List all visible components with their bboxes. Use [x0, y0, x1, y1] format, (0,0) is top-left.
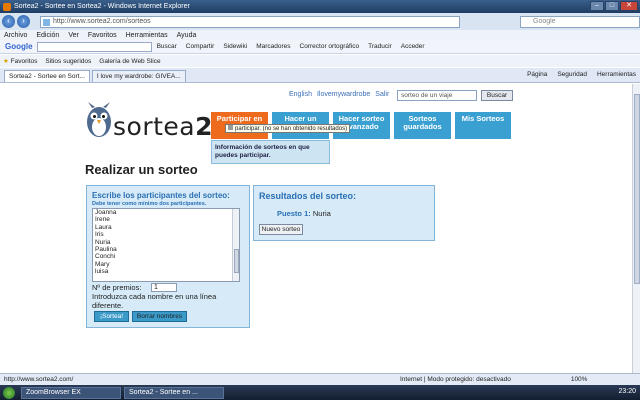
- info-box: Información de sorteos en que puedes par…: [211, 140, 330, 164]
- participant-line: Iris: [95, 231, 104, 239]
- window-title: Sortea2 - Sortee en Sortea2 - Windows In…: [14, 3, 190, 10]
- taskbar: ZoomBrowser EX Sortea2 - Sortee en ... 2…: [0, 385, 640, 400]
- participants-title: Escribe los participantes del sorteo:: [92, 191, 230, 200]
- star-icon: ★: [3, 58, 9, 65]
- start-button[interactable]: [3, 386, 15, 399]
- seguridad-menu[interactable]: Seguridad: [557, 71, 587, 78]
- forward-button[interactable]: ›: [17, 15, 30, 28]
- command-bar: Página Seguridad Herramientas: [527, 71, 636, 78]
- participant-line: Paulina: [95, 246, 117, 254]
- logo-text: sortea2: [113, 112, 214, 141]
- status-bar: http://www.sortea2.com/ Internet | Modo …: [0, 373, 640, 385]
- fav-galeria-web-slice[interactable]: Galería de Web Slice: [99, 58, 160, 65]
- result-row: Puesto 1: Nuria: [277, 209, 331, 218]
- nav-mis-sorteos[interactable]: Mis Sorteos: [455, 112, 511, 139]
- page-scrollbar-thumb[interactable]: [634, 94, 640, 284]
- menu-herramientas[interactable]: Herramientas: [126, 32, 168, 39]
- url-input[interactable]: http://www.sortea2.com/sorteos: [40, 15, 460, 28]
- results-title: Resultados del sorteo:: [259, 191, 357, 201]
- bird-mascot-icon: [87, 102, 111, 137]
- google-sidewiki-button[interactable]: Sidewiki: [223, 43, 247, 50]
- participant-line: Irene: [95, 216, 110, 224]
- favorites-bar: ★ Favoritos Sitios sugeridos Galería de …: [0, 55, 640, 67]
- site-search-button[interactable]: Buscar: [481, 90, 513, 101]
- zoom-level[interactable]: 100%: [571, 376, 588, 383]
- results-panel: Resultados del sorteo: Puesto 1: Nuria N…: [253, 185, 435, 241]
- menu-archivo[interactable]: Archivo: [4, 32, 27, 39]
- participants-panel: Escribe los participantes del sorteo: De…: [86, 185, 250, 328]
- scrollbar-thumb[interactable]: [234, 249, 239, 273]
- google-acceder-button[interactable]: Acceder: [401, 43, 425, 50]
- tab-sortea2[interactable]: Sortea2 - Sortee en Sort...: [4, 70, 90, 82]
- nuevo-sorteo-button[interactable]: Nuevo sorteo: [259, 224, 303, 235]
- search-input[interactable]: Google: [520, 15, 640, 28]
- tooltip-text: participar. (no se han obtenido resultad…: [235, 126, 348, 132]
- clock: 23:20: [618, 388, 636, 395]
- textarea-scrollbar[interactable]: [232, 209, 239, 281]
- participant-line: Mary: [95, 260, 110, 268]
- web-page: English Ilovemywardrobe Salir sorteo de …: [0, 84, 632, 373]
- participant-line: Nuria: [95, 238, 111, 246]
- google-traducir-button[interactable]: Traducir: [368, 43, 392, 50]
- menu-edicion[interactable]: Edición: [36, 32, 59, 39]
- status-url: http://www.sortea2.com/: [4, 376, 74, 383]
- task-sortea2[interactable]: Sortea2 - Sortee en ...: [124, 386, 224, 399]
- borrar-nombres-button[interactable]: Borrar nombres: [132, 311, 187, 322]
- result-value: Nuria: [312, 209, 331, 218]
- site-logo[interactable]: sortea2: [84, 102, 214, 154]
- google-toolbar: Google Buscar Compartir Sidewiki Marcado…: [0, 40, 640, 54]
- fav-sitios-sugeridos[interactable]: Sitios sugeridos: [45, 58, 91, 65]
- premios-label: Nº de premios:: [92, 283, 142, 292]
- herramientas-menu[interactable]: Herramientas: [597, 71, 636, 78]
- menu-bar: Archivo Edición Ver Favoritos Herramient…: [0, 30, 640, 40]
- security-zone: Internet | Modo protegido: desactivado: [400, 376, 511, 383]
- google-buscar-button[interactable]: Buscar: [157, 43, 177, 50]
- tab-ilovemywardrobe[interactable]: I love my wardrobe: GIVEA...: [91, 70, 186, 82]
- participant-line: Conchi: [95, 253, 116, 261]
- favorites-button[interactable]: ★ Favoritos: [3, 57, 37, 65]
- close-button[interactable]: ✕: [620, 1, 638, 11]
- nav-sorteos-guardados[interactable]: Sorteos guardados: [394, 112, 451, 139]
- ie-app-icon: [3, 2, 11, 11]
- tab-bar: Sortea2 - Sortee en Sort... I love my wa…: [0, 68, 640, 83]
- menu-ver[interactable]: Ver: [68, 32, 79, 39]
- back-button[interactable]: ‹: [2, 15, 15, 28]
- google-compartir-button[interactable]: Compartir: [186, 43, 215, 50]
- participants-subtitle: Debe tener como mínimo dos participantes…: [92, 201, 207, 207]
- google-search-input[interactable]: [36, 41, 152, 52]
- google-logo: Google: [5, 42, 33, 51]
- window-controls: – □ ✕: [590, 1, 638, 11]
- premios-input[interactable]: 1: [151, 283, 177, 292]
- page-title: Realizar un sorteo: [85, 162, 198, 177]
- title-bar: Sortea2 - Sortee en Sortea2 - Windows In…: [0, 0, 640, 13]
- menu-ayuda[interactable]: Ayuda: [177, 32, 197, 39]
- salir-link[interactable]: Salir: [375, 91, 389, 98]
- menu-favoritos[interactable]: Favoritos: [88, 32, 117, 39]
- maximize-button[interactable]: □: [605, 1, 619, 11]
- minimize-button[interactable]: –: [590, 1, 604, 11]
- participant-line: Laura: [95, 223, 112, 231]
- participant-line: luisa: [95, 268, 109, 276]
- participant-line: Joanna: [95, 209, 117, 216]
- participants-textarea[interactable]: Joanna Irene Laura Iris Nuria Paulina Co…: [92, 208, 240, 282]
- instructions-text: Introduzca cada nombre en una línea dife…: [92, 292, 217, 310]
- tooltip: participar. (no se han obtenido resultad…: [225, 124, 351, 133]
- result-label: Puesto 1:: [277, 209, 311, 218]
- task-zoombrowser[interactable]: ZoomBrowser EX: [21, 386, 121, 399]
- info-icon: [228, 125, 233, 130]
- pagina-menu[interactable]: Página: [527, 71, 547, 78]
- page-scrollbar[interactable]: [632, 84, 640, 373]
- english-link[interactable]: English: [289, 91, 312, 98]
- user-link[interactable]: Ilovemywardrobe: [317, 91, 370, 98]
- site-search-input[interactable]: sorteo de un viaje: [397, 90, 477, 101]
- google-marcadores-button[interactable]: Marcadores: [256, 43, 290, 50]
- favorites-label: Favoritos: [10, 58, 38, 65]
- top-links: English Ilovemywardrobe Salir: [289, 91, 389, 98]
- sortea-button[interactable]: ¡Sortea!: [94, 311, 129, 322]
- google-corrector-button[interactable]: Corrector ortográfico: [300, 43, 360, 50]
- address-bar: ‹ › http://www.sortea2.com/sorteos Googl…: [0, 13, 640, 30]
